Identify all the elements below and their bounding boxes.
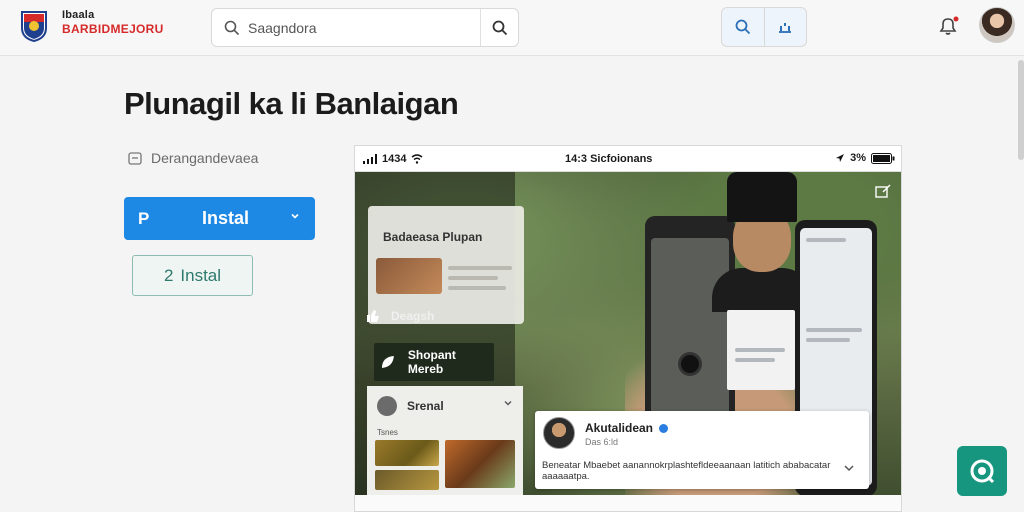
text-placeholder-line bbox=[735, 358, 775, 362]
subtitle-text: Derangandevaea bbox=[151, 150, 259, 166]
post-image bbox=[375, 440, 439, 466]
install-secondary-icon: 2 bbox=[163, 265, 174, 285]
post-header: Srenal bbox=[377, 396, 444, 416]
profile-meta: Das 6:ld bbox=[585, 437, 619, 447]
preview-bottom-bar bbox=[355, 495, 901, 511]
text-placeholder-line bbox=[448, 286, 506, 290]
search-button[interactable] bbox=[480, 9, 518, 46]
like-label: Deagsh bbox=[391, 309, 435, 323]
phone-status-bar: 1434 14:3 Sicfoionans 3% bbox=[355, 146, 901, 172]
feed-list-title: Badaeasa Plupan bbox=[383, 230, 483, 244]
chevron-down-icon[interactable] bbox=[843, 462, 855, 474]
app-icon: P bbox=[138, 209, 150, 228]
shopping-chip-label: Shopant Mereb bbox=[407, 348, 456, 376]
phone-back-screen bbox=[651, 238, 729, 418]
search-bar[interactable]: Saagndora bbox=[211, 8, 519, 47]
chevron-down-icon[interactable] bbox=[289, 210, 301, 222]
edit-icon[interactable] bbox=[875, 184, 891, 198]
search-icon bbox=[224, 20, 240, 36]
user-avatar[interactable] bbox=[979, 7, 1015, 43]
search-icon bbox=[492, 20, 507, 35]
chat-icon bbox=[970, 459, 995, 484]
subtitle-row: Derangandevaea bbox=[128, 150, 258, 166]
signal-icon bbox=[363, 154, 377, 164]
search-icon bbox=[735, 19, 751, 35]
profile-name: Akutalidean bbox=[585, 421, 654, 435]
chart-icon bbox=[779, 23, 792, 33]
camera-icon bbox=[678, 352, 702, 376]
app-preview-mockup: 1434 14:3 Sicfoionans 3% Badaeasa Plupan… bbox=[354, 145, 902, 512]
text-placeholder-line bbox=[735, 348, 785, 352]
search-action-button[interactable] bbox=[722, 8, 764, 46]
header-action-group bbox=[721, 7, 807, 47]
text-placeholder-line bbox=[806, 328, 862, 332]
brand-name: Ibaala bbox=[62, 9, 95, 21]
leaf-icon bbox=[381, 356, 394, 368]
status-time: 1434 bbox=[382, 153, 407, 165]
post-image bbox=[445, 440, 515, 488]
profile-description: Beneatar Mbaebet aanannokrplashtefldeeaa… bbox=[542, 460, 831, 482]
text-placeholder-line bbox=[806, 238, 846, 242]
preview-photo: Badaeasa Plupan Deagsh Shopant Mereb Sre… bbox=[355, 172, 901, 511]
page-scrollbar[interactable] bbox=[1018, 60, 1024, 160]
top-header: Ibaala BARBIDMEJORU Saagndora bbox=[0, 0, 1024, 56]
mini-post-tile bbox=[727, 310, 795, 390]
text-placeholder-line bbox=[806, 338, 850, 342]
install-primary-label: Instal bbox=[202, 208, 250, 228]
install-primary-button[interactable]: P Instal bbox=[124, 197, 315, 240]
post-card: Srenal Tsnes bbox=[367, 386, 523, 511]
search-input[interactable]: Saagndora bbox=[248, 20, 317, 36]
status-right: 3% bbox=[835, 152, 895, 164]
text-placeholder-line bbox=[448, 266, 512, 270]
post-subtitle: Tsnes bbox=[377, 428, 398, 437]
status-left: 1434 bbox=[363, 153, 423, 165]
profile-avatar bbox=[543, 417, 575, 449]
bell-icon[interactable] bbox=[936, 14, 960, 38]
profile-card[interactable]: Akutalidean Das 6:ld Beneatar Mbaebet aa… bbox=[535, 411, 869, 489]
verified-badge-icon bbox=[659, 423, 669, 433]
battery-percent: 3% bbox=[850, 152, 866, 164]
stats-action-button[interactable] bbox=[763, 8, 806, 46]
chevron-down-icon[interactable] bbox=[503, 398, 513, 408]
feed-thumbnail bbox=[376, 258, 442, 294]
status-center-text: 14:3 Sicfoionans bbox=[565, 153, 653, 165]
battery-icon bbox=[871, 152, 895, 164]
install-secondary-button[interactable]: 2 Instal bbox=[132, 255, 253, 296]
calendar-icon bbox=[128, 152, 142, 165]
post-author-name: Srenal bbox=[407, 399, 444, 413]
wifi-icon bbox=[412, 154, 423, 164]
post-author-avatar bbox=[377, 396, 397, 416]
post-image bbox=[375, 470, 439, 490]
text-placeholder-line bbox=[448, 276, 498, 280]
profile-name-row: Akutalidean bbox=[585, 421, 669, 435]
brand-logo-icon[interactable] bbox=[18, 8, 50, 42]
thumbs-up-icon bbox=[367, 310, 379, 322]
chat-fab-button[interactable] bbox=[957, 446, 1007, 496]
person-hat bbox=[727, 172, 797, 222]
shopping-chip[interactable]: Shopant Mereb bbox=[374, 343, 494, 381]
location-icon bbox=[836, 154, 845, 162]
like-row[interactable]: Deagsh bbox=[365, 302, 521, 330]
page-title: Plunagil ka li Banlaigan bbox=[124, 86, 459, 121]
install-secondary-label: Instal bbox=[180, 265, 222, 285]
brand-tagline: BARBIDMEJORU bbox=[62, 22, 164, 36]
